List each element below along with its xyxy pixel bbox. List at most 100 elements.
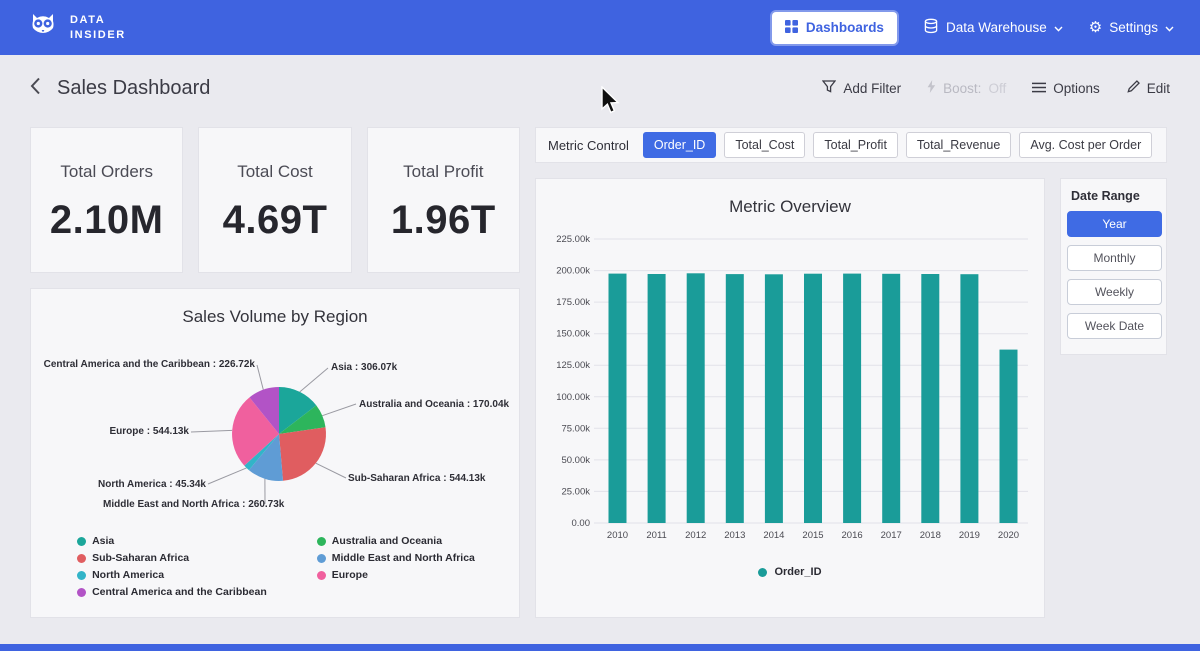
options-button[interactable]: Options xyxy=(1032,81,1100,96)
svg-text:2012: 2012 xyxy=(685,530,706,541)
pie-label-europe: Europe : 544.13k xyxy=(110,426,189,437)
svg-text:2018: 2018 xyxy=(920,530,941,541)
bar-chart-title: Metric Overview xyxy=(536,197,1044,217)
svg-text:50.00k: 50.00k xyxy=(561,455,590,466)
data-warehouse-menu[interactable]: Data Warehouse xyxy=(923,18,1063,37)
date-range-week-date-button[interactable]: Week Date xyxy=(1067,313,1162,339)
dashboard-page: DATA INSIDER Dashboards xyxy=(0,0,1200,651)
legend-dot xyxy=(317,554,326,563)
legend-label: North America xyxy=(92,569,164,581)
metric-button-total-cost[interactable]: Total_Cost xyxy=(724,132,805,158)
pencil-icon xyxy=(1126,80,1140,97)
legend-dot xyxy=(77,588,86,597)
legend-dot xyxy=(317,571,326,580)
metric-button-avg-cost-per-order[interactable]: Avg. Cost per Order xyxy=(1019,132,1152,158)
bar-legend-item[interactable]: Order_ID xyxy=(536,566,1044,578)
pie-chart-card: Sales Volume by Region Central America a… xyxy=(30,288,520,618)
svg-text:175.00k: 175.00k xyxy=(556,297,590,308)
svg-text:150.00k: 150.00k xyxy=(556,329,590,340)
bar-legend-label: Order_ID xyxy=(774,566,821,578)
metric-button-total-profit[interactable]: Total_Profit xyxy=(813,132,898,158)
pie-legend-item[interactable]: Central America and the Caribbean xyxy=(77,586,267,598)
svg-text:2011: 2011 xyxy=(646,530,666,541)
legend-label: Asia xyxy=(92,535,114,547)
svg-text:225.00k: 225.00k xyxy=(556,234,590,245)
add-filter-button[interactable]: Add Filter xyxy=(822,80,901,96)
kpi-card-total-orders: Total Orders 2.10M xyxy=(30,127,183,273)
legend-dot xyxy=(77,571,86,580)
settings-label: Settings xyxy=(1109,20,1158,35)
settings-menu[interactable]: ⚙ Settings xyxy=(1089,20,1174,35)
pie-chart-title: Sales Volume by Region xyxy=(31,307,519,327)
svg-text:2010: 2010 xyxy=(607,530,628,541)
bar-chart-area: 0.0025.00k50.00k75.00k100.00k125.00k150.… xyxy=(536,225,1044,560)
kpi-card-total-cost: Total Cost 4.69T xyxy=(198,127,351,273)
boost-value: Off xyxy=(988,81,1006,96)
dashboard-header: Sales Dashboard Add Filter Boost: Off xyxy=(0,55,1200,121)
bar-legend-dot xyxy=(758,568,767,577)
pie-label-north-america: North America : 45.34k xyxy=(98,479,206,490)
chevron-down-icon xyxy=(1054,20,1063,35)
legend-label: Middle East and North Africa xyxy=(332,552,475,564)
date-range-weekly-button[interactable]: Weekly xyxy=(1067,279,1162,305)
metric-button-order-id[interactable]: Order_ID xyxy=(643,132,716,158)
kpi-title: Total Cost xyxy=(199,162,350,182)
bar-chart-card: Metric Overview 0.0025.00k50.00k75.00k10… xyxy=(535,178,1045,618)
brand-line2: INSIDER xyxy=(70,28,126,43)
top-navbar: DATA INSIDER Dashboards xyxy=(0,0,1200,55)
kpi-card-total-profit: Total Profit 1.96T xyxy=(367,127,520,273)
pie-label-middle-east-north-africa: Middle East and North Africa : 260.73k xyxy=(103,499,284,510)
pie-legend-item[interactable]: Australia and Oceania xyxy=(317,535,475,547)
brand-name: DATA INSIDER xyxy=(70,13,126,43)
svg-text:2017: 2017 xyxy=(881,530,902,541)
date-range-year-button[interactable]: Year xyxy=(1067,211,1162,237)
pie-legend-item[interactable]: Middle East and North Africa xyxy=(317,552,475,564)
svg-text:0.00: 0.00 xyxy=(572,518,591,529)
add-filter-label: Add Filter xyxy=(843,81,901,96)
date-range-monthly-button[interactable]: Monthly xyxy=(1067,245,1162,271)
legend-dot xyxy=(77,554,86,563)
svg-text:200.00k: 200.00k xyxy=(556,266,590,277)
gear-icon: ⚙ xyxy=(1089,20,1102,35)
svg-text:2014: 2014 xyxy=(763,530,784,541)
legend-label: Australia and Oceania xyxy=(332,535,442,547)
kpi-value: 4.69T xyxy=(199,198,350,243)
metric-button-total-revenue[interactable]: Total_Revenue xyxy=(906,132,1011,158)
dashboards-button[interactable]: Dashboards xyxy=(772,12,897,44)
pie-legend-item[interactable]: Europe xyxy=(317,569,475,581)
data-warehouse-label: Data Warehouse xyxy=(946,20,1047,35)
pie-legend-item[interactable]: North America xyxy=(77,569,267,581)
kpi-title: Total Profit xyxy=(368,162,519,182)
svg-text:2020: 2020 xyxy=(998,530,1019,541)
list-icon xyxy=(1032,81,1046,96)
kpi-title: Total Orders xyxy=(31,162,182,182)
pie-label-central-america: Central America and the Caribbean : 226.… xyxy=(44,359,255,370)
legend-dot xyxy=(317,537,326,546)
pie-legend-column: Australia and Oceania Middle East and Nor… xyxy=(317,535,475,598)
bar-chart[interactable]: 0.0025.00k50.00k75.00k100.00k125.00k150.… xyxy=(536,225,1046,555)
svg-text:2016: 2016 xyxy=(842,530,863,541)
page-title: Sales Dashboard xyxy=(57,77,210,100)
pie-label-sub-saharan-africa: Sub-Saharan Africa : 544.13k xyxy=(348,473,485,484)
pie-legend-item[interactable]: Asia xyxy=(77,535,267,547)
boost-label: Boost: xyxy=(943,81,981,96)
database-icon xyxy=(923,18,939,37)
pie-legend-item[interactable]: Sub-Saharan Africa xyxy=(77,552,267,564)
pie-label-asia: Asia : 306.07k xyxy=(331,362,397,373)
dashboards-grid-icon xyxy=(785,20,798,36)
dashboards-label: Dashboards xyxy=(806,20,884,35)
edit-label: Edit xyxy=(1147,81,1170,96)
header-actions: Add Filter Boost: Off Options Edit xyxy=(822,80,1170,97)
svg-text:2013: 2013 xyxy=(724,530,745,541)
legend-dot xyxy=(77,537,86,546)
pie-legend-column: Asia Sub-Saharan Africa North America Centr… xyxy=(77,535,267,598)
svg-text:125.00k: 125.00k xyxy=(556,360,590,371)
edit-button[interactable]: Edit xyxy=(1126,80,1170,97)
svg-text:25.00k: 25.00k xyxy=(561,486,590,497)
legend-label: Europe xyxy=(332,569,368,581)
boost-toggle[interactable]: Boost: Off xyxy=(927,80,1006,96)
svg-text:2015: 2015 xyxy=(802,530,823,541)
back-button[interactable] xyxy=(30,77,41,100)
brand-line1: DATA xyxy=(70,13,126,28)
svg-text:100.00k: 100.00k xyxy=(556,392,590,403)
